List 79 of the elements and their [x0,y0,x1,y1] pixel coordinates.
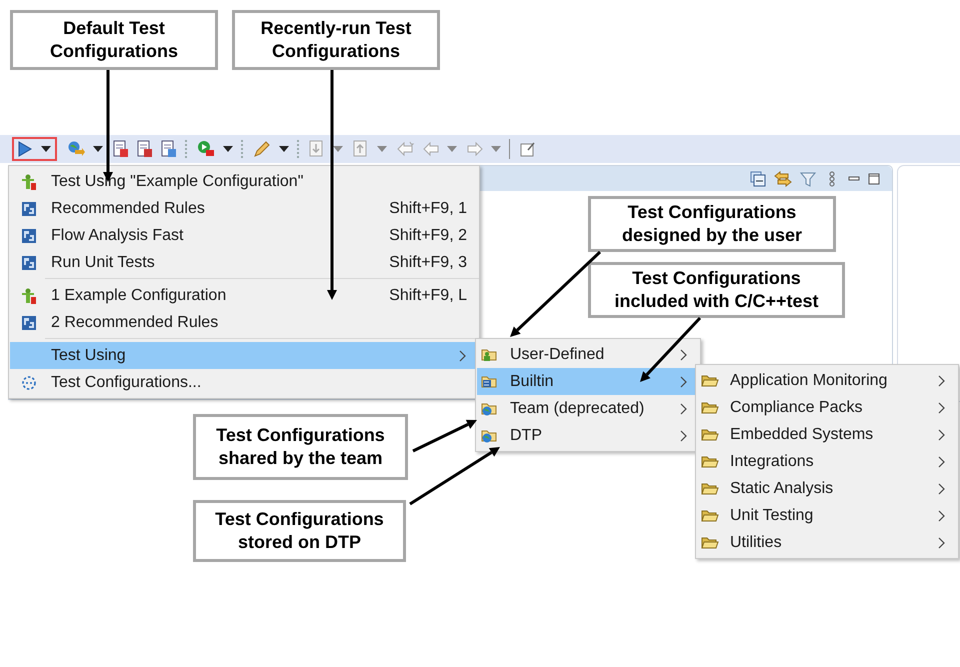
menu-item[interactable]: Utilities [697,529,957,556]
annotation-callout: Default Test Configurations [10,10,218,70]
chevron-icon [459,350,466,362]
pen-icon[interactable] [253,140,271,158]
tile-icon [21,254,37,270]
keyboard-shortcut: Shift+F9, 2 [389,226,468,244]
filter-icon[interactable] [800,170,816,186]
chevron-icon [938,456,945,468]
keyboard-shortcut: Shift+F9, 3 [389,254,468,272]
caret-icon[interactable] [333,144,343,154]
folder-person-icon [481,346,499,362]
caret-icon[interactable] [279,144,289,154]
menu-item[interactable]: Run Unit Tests Shift+F9, 3 [10,249,478,276]
menu-item[interactable]: Unit Testing [697,502,957,529]
dotted-circle-icon [21,374,37,390]
folder-icon [701,374,719,388]
menu-item[interactable]: Recommended Rules Shift+F9, 1 [10,195,478,222]
annotation-callout: Test Configurations stored on DTP [193,500,406,562]
globe-arrow-icon[interactable] [67,140,85,158]
menu-item[interactable]: Integrations [697,448,957,475]
menu-item[interactable]: Compliance Packs [697,394,957,421]
folder-icon [701,536,719,550]
chevron-icon [680,402,687,414]
play-circle-icon[interactable] [197,140,215,158]
menu-item[interactable]: 2 Recommended Rules [10,309,478,336]
menu-item[interactable]: Team (deprecated) [477,395,699,422]
person-icon [21,288,37,304]
keyboard-shortcut: Shift+F9, L [389,286,468,304]
menu-item[interactable]: Test Using "Example Configuration" [10,168,478,195]
chevron-icon [680,348,687,360]
maximize-icon[interactable] [868,170,880,186]
folder-tile-icon [481,374,499,390]
play-icon[interactable] [18,141,32,157]
menu-item[interactable]: User-Defined [477,341,699,368]
menu-item[interactable]: Static Analysis [697,475,957,502]
menu-item[interactable]: DTP [477,422,699,449]
document-icon[interactable] [113,140,129,158]
folder-icon [701,508,719,522]
chevron-icon [938,428,945,440]
tile-icon [21,200,37,216]
document-icon[interactable] [137,140,153,158]
chevron-icon [680,430,687,442]
chevron-icon [938,536,945,548]
folder-globe-icon [481,428,499,444]
annotation-callout: Test Configurations included with C/C++test [588,262,845,318]
chevron-icon [938,482,945,494]
folder-icon [701,482,719,496]
annotation-callout: Recently-run Test Configurations [232,10,440,70]
tile-icon [21,228,37,244]
keyboard-shortcut: Shift+F9, 1 [389,200,468,218]
document-icon[interactable] [161,140,177,158]
menu-item[interactable]: Embedded Systems [697,421,957,448]
folder-icon [701,400,719,414]
view-menu-icon[interactable] [828,170,836,186]
caret-icon[interactable] [93,144,103,154]
chevron-icon [938,374,945,386]
folder-icon [701,454,719,468]
tile-icon [21,314,37,330]
chevron-icon [938,402,945,414]
folder-globe-icon [481,400,499,416]
star-back-arrow-icon[interactable] [397,141,415,157]
menu-item[interactable]: Application Monitoring [697,367,957,394]
person-icon [21,174,37,190]
run-split-button[interactable] [12,137,57,161]
sync-arrows-icon[interactable] [774,170,792,186]
pointer-arrow [640,316,702,382]
annotation-callout: Test Configurations shared by the team [193,414,408,480]
folder-icon [701,428,719,442]
menu-item[interactable]: Flow Analysis Fast Shift+F9, 2 [10,222,478,249]
collapse-all-icon[interactable] [750,170,766,186]
menu-item[interactable]: 1 Example Configuration Shift+F9, L [10,282,478,309]
chevron-icon [938,510,945,522]
annotation-callout: Test Configurations designed by the user [588,196,836,252]
menu-item[interactable]: Test Configurations... [10,369,478,396]
caret-icon[interactable] [41,144,51,154]
note-icon[interactable] [520,141,536,157]
chevron-icon [680,376,687,388]
menu-item[interactable]: Test Using [10,342,478,369]
caret-icon[interactable] [223,144,233,154]
